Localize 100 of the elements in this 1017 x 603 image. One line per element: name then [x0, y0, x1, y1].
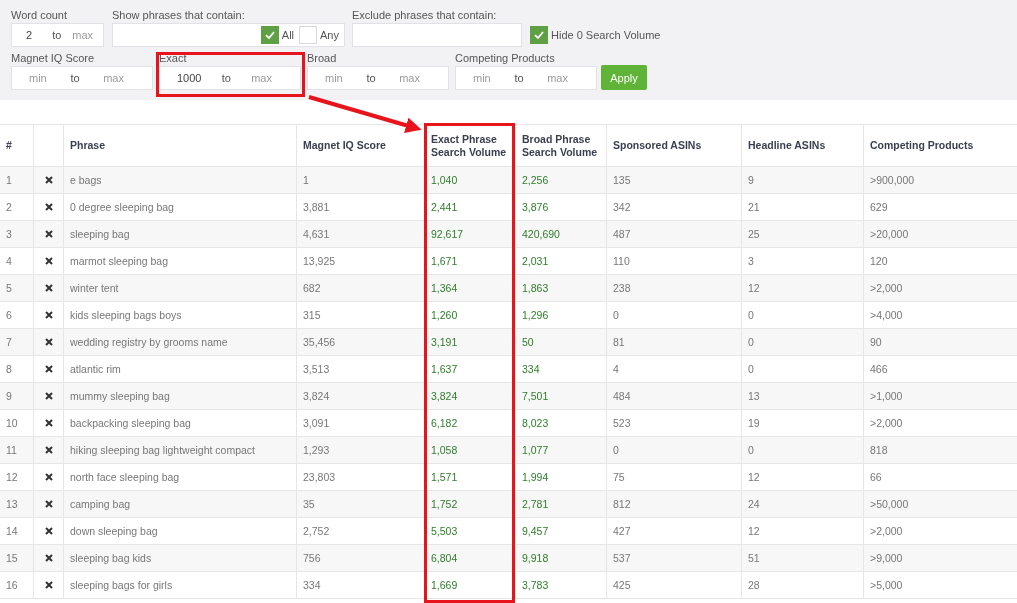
table-cell: 9,918: [515, 544, 607, 572]
remove-icon[interactable]: [44, 446, 53, 454]
checkbox-label: Any: [320, 29, 339, 41]
phrase-include-field[interactable]: All Any: [112, 23, 345, 47]
table-cell: hiking sleeping bag lightweight compact: [63, 436, 297, 464]
checkbox[interactable]: [530, 26, 548, 44]
table-cell: 16: [0, 571, 34, 599]
table-cell: 50: [515, 328, 607, 356]
table-cell: 5: [0, 274, 34, 302]
table-cell: 19: [741, 409, 864, 437]
remove-icon[interactable]: [44, 338, 53, 346]
field-placeholder: min: [473, 72, 491, 84]
field-placeholder: max: [251, 72, 272, 84]
range-field[interactable]: min to max: [307, 66, 449, 90]
table-cell: 1,571: [424, 463, 516, 491]
table-cell: 4: [0, 247, 34, 275]
phrase-exclude-field[interactable]: [352, 23, 522, 47]
table-cell: 11: [0, 436, 34, 464]
table-cell: 35,456: [296, 328, 425, 356]
table-cell: 9: [741, 166, 864, 194]
filter-label: Exclude phrases that contain:: [352, 8, 498, 22]
table-cell: >50,000: [863, 490, 1017, 518]
range-field[interactable]: 1000 to max: [159, 66, 301, 90]
field-value: 1000: [177, 72, 202, 84]
range-field[interactable]: min to max: [11, 66, 153, 90]
table-cell: 13: [741, 382, 864, 410]
remove-icon[interactable]: [44, 473, 53, 481]
table-cell: 25: [741, 220, 864, 248]
table-cell: >900,000: [863, 166, 1017, 194]
table-cell: kids sleeping bags boys: [63, 301, 297, 329]
table-cell: sleeping bag: [63, 220, 297, 248]
table-cell: 3,783: [515, 571, 607, 599]
table-cell: 8: [0, 355, 34, 383]
remove-icon[interactable]: [44, 230, 53, 238]
remove-icon[interactable]: [44, 419, 53, 427]
checkmark-icon: [263, 29, 276, 41]
table-cell: 5,503: [424, 517, 516, 545]
table-cell: 21: [741, 193, 864, 221]
range-field[interactable]: min to max: [455, 66, 597, 90]
field-placeholder: min: [29, 72, 47, 84]
column-header: Phrase: [63, 124, 297, 167]
checkbox-label: All: [281, 29, 295, 41]
range-field[interactable]: 2 to max: [11, 23, 104, 47]
table-cell: 0 degree sleeping bag: [63, 193, 297, 221]
table-cell: 12: [741, 274, 864, 302]
remove-icon[interactable]: [44, 284, 53, 292]
table-cell: backpacking sleeping bag: [63, 409, 297, 437]
table-cell: 238: [606, 274, 742, 302]
table-cell: 1,671: [424, 247, 516, 275]
table-cell: 0: [741, 436, 864, 464]
table-cell: 2,031: [515, 247, 607, 275]
table-cell: 4: [606, 355, 742, 383]
checkbox[interactable]: [260, 26, 279, 44]
table-cell: 12: [0, 463, 34, 491]
column-header: Sponsored ASINs: [606, 124, 742, 167]
table-cell: 9: [0, 382, 34, 410]
table-cell: 35: [296, 490, 425, 518]
column-header: #: [0, 124, 34, 167]
remove-icon[interactable]: [44, 392, 53, 400]
remove-icon[interactable]: [44, 257, 53, 265]
remove-icon[interactable]: [44, 527, 53, 535]
table-cell: 818: [863, 436, 1017, 464]
field-placeholder: max: [547, 72, 568, 84]
table-cell: winter tent: [63, 274, 297, 302]
remove-icon[interactable]: [44, 176, 53, 184]
filter-label: Magnet IQ Score: [11, 51, 96, 65]
table-cell: >9,000: [863, 544, 1017, 572]
table-cell: 12: [741, 463, 864, 491]
remove-icon[interactable]: [44, 203, 53, 211]
remove-icon[interactable]: [44, 581, 53, 589]
table-cell: 1,296: [515, 301, 607, 329]
table-cell: >20,000: [863, 220, 1017, 248]
table-cell: 1,863: [515, 274, 607, 302]
table-cell: 0: [741, 301, 864, 329]
table-cell: mummy sleeping bag: [63, 382, 297, 410]
remove-icon[interactable]: [44, 365, 53, 373]
remove-icon[interactable]: [44, 500, 53, 508]
table-cell: e bags: [63, 166, 297, 194]
table-cell: 1,260: [424, 301, 516, 329]
table-cell: 7,501: [515, 382, 607, 410]
table-cell: 487: [606, 220, 742, 248]
table-cell: 427: [606, 517, 742, 545]
table-cell: 484: [606, 382, 742, 410]
table-cell: 0: [606, 436, 742, 464]
field-placeholder: max: [103, 72, 124, 84]
remove-icon[interactable]: [44, 554, 53, 562]
table-cell: 1,994: [515, 463, 607, 491]
filter-label: Broad: [307, 51, 338, 65]
table-cell: 812: [606, 490, 742, 518]
table-cell: >1,000: [863, 382, 1017, 410]
table-cell: 110: [606, 247, 742, 275]
column-header: Headline ASINs: [741, 124, 864, 167]
table-cell: down sleeping bag: [63, 517, 297, 545]
table-cell: 0: [741, 328, 864, 356]
remove-icon[interactable]: [44, 311, 53, 319]
table-cell: 334: [515, 355, 607, 383]
table-cell: 3: [0, 220, 34, 248]
table-cell: 1,669: [424, 571, 516, 599]
table-cell: 537: [606, 544, 742, 572]
table-cell: 0: [741, 355, 864, 383]
